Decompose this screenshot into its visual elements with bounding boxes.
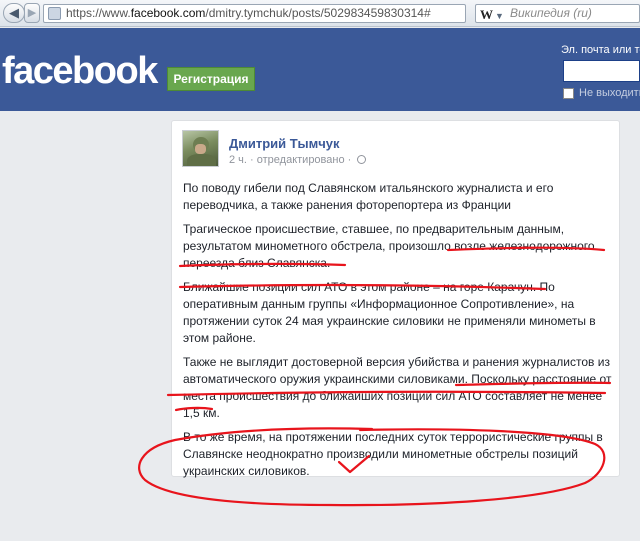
search-box[interactable]: W ▼ Википедия (ru) [475,4,640,23]
wikipedia-icon[interactable]: W [480,6,493,22]
post-paragraph: Также не выглядит достоверной версия уби… [183,355,612,420]
post-paragraph: В то же время, на протяжении последних с… [183,430,603,478]
browser-toolbar: ◀ ▶ https://www.facebook.com/dmitry.tymc… [0,0,640,27]
post-time[interactable]: 2 ч. [229,154,247,166]
avatar-face [195,144,206,154]
globe-icon[interactable] [357,155,367,164]
post-edited[interactable]: · отредактировано · [250,154,351,166]
email-label: Эл. почта или те [561,44,640,56]
avatar[interactable] [182,130,219,167]
facebook-header: facebook Регистрация Эл. почта или те Не… [0,28,640,111]
url-host: facebook.com [130,6,206,20]
post-body: По поводу гибели под Славянском итальянс… [183,180,613,487]
keep-logged-in-label: Не выходить [579,87,640,99]
arrow-right-icon: ▶ [27,7,37,19]
author-name[interactable]: Дмитрий Тымчук [229,136,340,151]
url-path: /dmitry.tymchuk/posts/502983459830314# [205,6,431,20]
facebook-logo[interactable]: facebook [2,50,158,93]
register-button[interactable]: Регистрация [167,67,255,91]
search-placeholder: Википедия (ru) [510,6,592,20]
avatar-body [187,154,216,166]
post-paragraph: Ближайшие позиции сил АТО в этом районе … [183,280,596,345]
forward-button[interactable]: ▶ [24,3,40,23]
site-identity-icon[interactable] [48,7,61,20]
post-paragraph: Трагическое происшествие, ставшее, по пр… [183,222,595,270]
post-card: Дмитрий Тымчук 2 ч. · отредактировано · … [171,120,620,478]
post-paragraph: По поводу гибели под Славянском итальянс… [183,181,554,212]
email-input[interactable] [563,60,640,82]
keep-logged-in-checkbox[interactable] [563,88,574,99]
search-engine-dropdown-icon[interactable]: ▼ [495,8,504,22]
arrow-left-icon: ◀ [9,5,19,20]
bookmark-star-icon[interactable]: ☆ [464,7,465,22]
url-scheme: https://www. [66,6,131,20]
post-meta: 2 ч. · отредактировано · [229,154,367,166]
back-button[interactable]: ◀ [3,3,25,23]
address-bar[interactable]: https://www.facebook.com/dmitry.tymchuk/… [43,4,466,23]
